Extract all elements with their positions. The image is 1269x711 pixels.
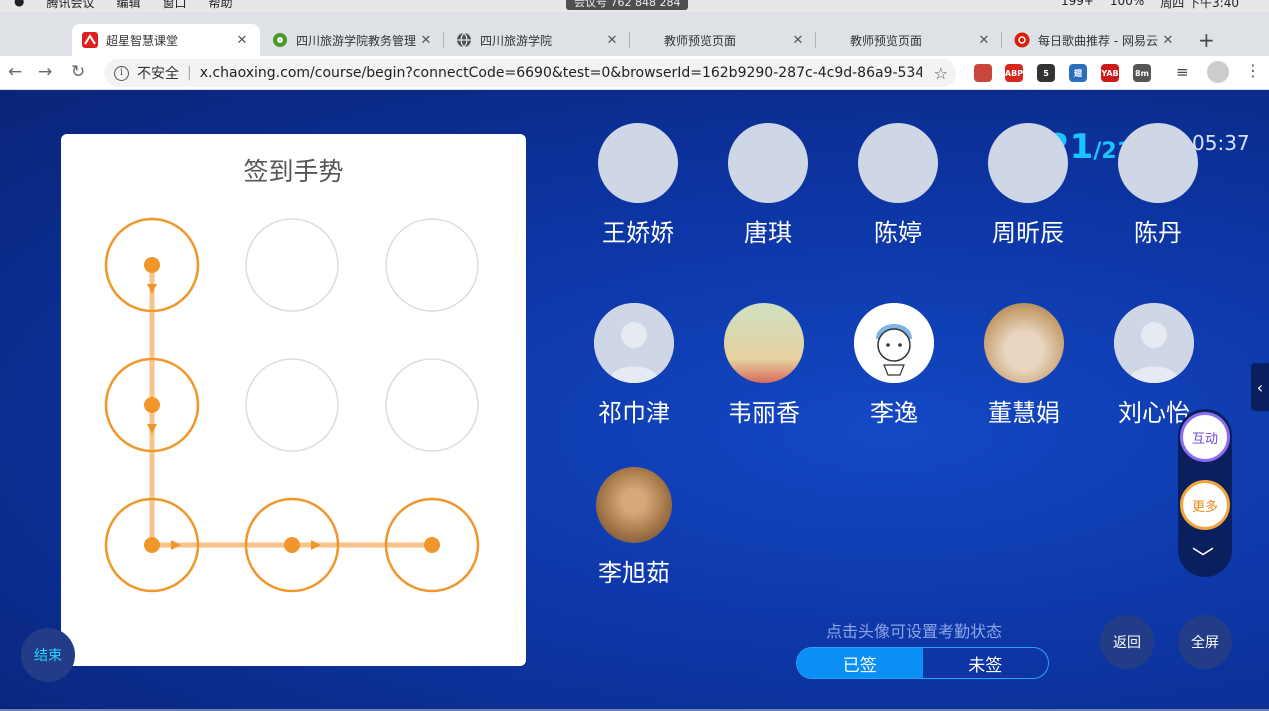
student-name: 韦丽香: [728, 399, 800, 427]
timer-extension-icon[interactable]: 8m: [1133, 64, 1151, 82]
avatar[interactable]: [728, 123, 808, 203]
menu-window[interactable]: 窗口: [163, 0, 187, 11]
student-name: 陈丹: [1134, 219, 1182, 247]
close-tab-icon[interactable]: ✕: [418, 33, 434, 48]
close-tab-icon[interactable]: ✕: [790, 33, 806, 48]
forward-arrow-icon[interactable]: →: [38, 62, 52, 82]
mac-menu-bar: ● 腾讯会议 编辑 窗口 帮助 会议号 762 848 284 199+ 100…: [0, 0, 1269, 12]
battery-level: 100%: [1109, 0, 1145, 8]
default-avatar-icon: [1114, 303, 1194, 383]
student-card[interactable]: 王娇娇: [578, 123, 698, 248]
avatar[interactable]: [596, 467, 672, 543]
info-icon[interactable]: i: [114, 65, 129, 81]
globe-icon: [456, 32, 472, 48]
reload-icon[interactable]: ↻: [71, 62, 85, 82]
clock: 周四 下午3:40: [1160, 0, 1239, 10]
avatar[interactable]: [858, 123, 938, 203]
menu-edit[interactable]: 编辑: [117, 0, 141, 11]
side-panel-toggle[interactable]: ‹: [1251, 363, 1269, 411]
avatar[interactable]: [598, 123, 678, 203]
attendance-hint: 点击头像可设置考勤状态: [826, 622, 1003, 641]
menu-help[interactable]: 帮助: [209, 0, 233, 11]
student-card[interactable]: 陈丹: [1098, 123, 1218, 248]
avatar[interactable]: [1114, 303, 1194, 383]
new-tab-button[interactable]: +: [1198, 28, 1215, 52]
more-button[interactable]: 更多: [1180, 480, 1230, 530]
back-arrow-icon[interactable]: ←: [8, 62, 22, 82]
student-name: 董慧娟: [988, 399, 1060, 427]
menu-app[interactable]: 腾讯会议: [46, 0, 94, 11]
student-card[interactable]: 祁巾津: [574, 303, 694, 428]
browser-tab-strip: 超星智慧课堂 ✕ 四川旅游学院教务管理 ✕ 四川旅游学院 ✕ 教师预览页面 ✕ …: [0, 12, 1269, 56]
close-tab-icon[interactable]: ✕: [234, 33, 250, 48]
cartoon-boy-avatar-icon: [854, 303, 934, 383]
download-extension-icon[interactable]: [974, 64, 992, 82]
default-avatar-icon: [594, 303, 674, 383]
avatar[interactable]: [1118, 123, 1198, 203]
yab-extension-icon[interactable]: YAB: [1101, 64, 1119, 82]
student-name: 李逸: [870, 399, 918, 427]
meeting-indicator[interactable]: 会议号 762 848 284: [566, 0, 689, 10]
tab-title: 每日歌曲推荐 - 网易云: [1038, 33, 1158, 48]
close-tab-icon[interactable]: ✕: [604, 33, 620, 48]
chaoxing-logo-icon: [82, 32, 98, 48]
student-card[interactable]: 董慧娟: [964, 303, 1084, 428]
adblock-extension-icon[interactable]: ABP: [1005, 64, 1023, 82]
address-bar[interactable]: i 不安全 | x.chaoxing.com/course/begin?conn…: [104, 59, 956, 87]
student-name: 李旭茹: [598, 559, 670, 587]
attendance-filter-toggle: 已签 未签: [796, 647, 1049, 679]
badge-extension-icon[interactable]: 5: [1037, 64, 1055, 82]
tab-teacher-preview-1[interactable]: 教师预览页面 ✕: [632, 24, 816, 56]
student-card[interactable]: 李旭茹: [574, 467, 694, 588]
menu-kebab-icon[interactable]: ⋮: [1245, 61, 1261, 80]
tab-teacher-preview-2[interactable]: 教师预览页面 ✕: [818, 24, 1002, 56]
tab-title: 四川旅游学院: [480, 33, 553, 48]
tab-chaoxing[interactable]: 超星智慧课堂 ✕: [72, 24, 260, 56]
avatar[interactable]: [724, 303, 804, 383]
filter-signed[interactable]: 已签: [797, 648, 923, 678]
avatar[interactable]: [854, 303, 934, 383]
student-grid: 王娇娇 唐琪 陈婷 周昕辰 陈丹 祁巾津 韦丽香 李逸 董慧娟 刘心怡 李旭茹: [0, 91, 1269, 711]
avatar[interactable]: [988, 123, 1068, 203]
student-name: 周昕辰: [992, 219, 1064, 247]
tab-school-site[interactable]: 四川旅游学院 ✕: [446, 24, 630, 56]
student-card[interactable]: 韦丽香: [704, 303, 824, 428]
interact-button[interactable]: 互动: [1180, 412, 1230, 462]
school-logo-icon: [272, 32, 288, 48]
chevron-down-icon[interactable]: ﹀: [1192, 541, 1214, 573]
student-name: 陈婷: [874, 219, 922, 247]
back-button[interactable]: 返回: [1100, 615, 1154, 669]
tab-netease-music[interactable]: 每日歌曲推荐 - 网易云 ✕: [1004, 24, 1186, 56]
fullscreen-button[interactable]: 全屏: [1178, 615, 1232, 669]
end-button[interactable]: 结束: [21, 628, 75, 682]
notification-count: 199+: [1060, 0, 1094, 8]
tab-title: 教师预览页面: [850, 33, 923, 48]
avatar[interactable]: [984, 303, 1064, 383]
tab-academic-admin[interactable]: 四川旅游学院教务管理 ✕: [262, 24, 444, 56]
url-text[interactable]: x.chaoxing.com/course/begin?connectCode=…: [200, 65, 922, 81]
tab-title: 教师预览页面: [664, 33, 737, 48]
avatar[interactable]: [594, 303, 674, 383]
classroom-stage: 签到手势 已签 21: [0, 91, 1269, 711]
student-card[interactable]: 李逸: [834, 303, 954, 428]
close-tab-icon[interactable]: ✕: [976, 33, 992, 48]
profile-avatar-icon[interactable]: [1207, 61, 1229, 83]
netease-music-icon: [1014, 32, 1030, 48]
security-label[interactable]: 不安全: [137, 63, 179, 83]
translate-extension-icon[interactable]: 翅: [1069, 64, 1087, 82]
student-card[interactable]: 唐琪: [708, 123, 828, 248]
close-tab-icon[interactable]: ✕: [1160, 33, 1176, 48]
tab-title: 四川旅游学院教务管理: [296, 33, 417, 48]
bookmark-star-icon[interactable]: ☆: [934, 64, 948, 83]
student-card[interactable]: 陈婷: [838, 123, 958, 248]
student-name: 王娇娇: [602, 219, 674, 247]
student-card[interactable]: 周昕辰: [968, 123, 1088, 248]
student-name: 唐琪: [744, 219, 792, 247]
tab-title: 超星智慧课堂: [106, 33, 179, 48]
apple-icon[interactable]: ●: [14, 0, 24, 11]
browser-toolbar: ← → ↻ i 不安全 | x.chaoxing.com/course/begi…: [0, 56, 1269, 90]
filter-unsigned[interactable]: 未签: [923, 648, 1049, 678]
playlist-icon[interactable]: ≡: [1176, 63, 1189, 81]
student-name: 祁巾津: [598, 399, 670, 427]
